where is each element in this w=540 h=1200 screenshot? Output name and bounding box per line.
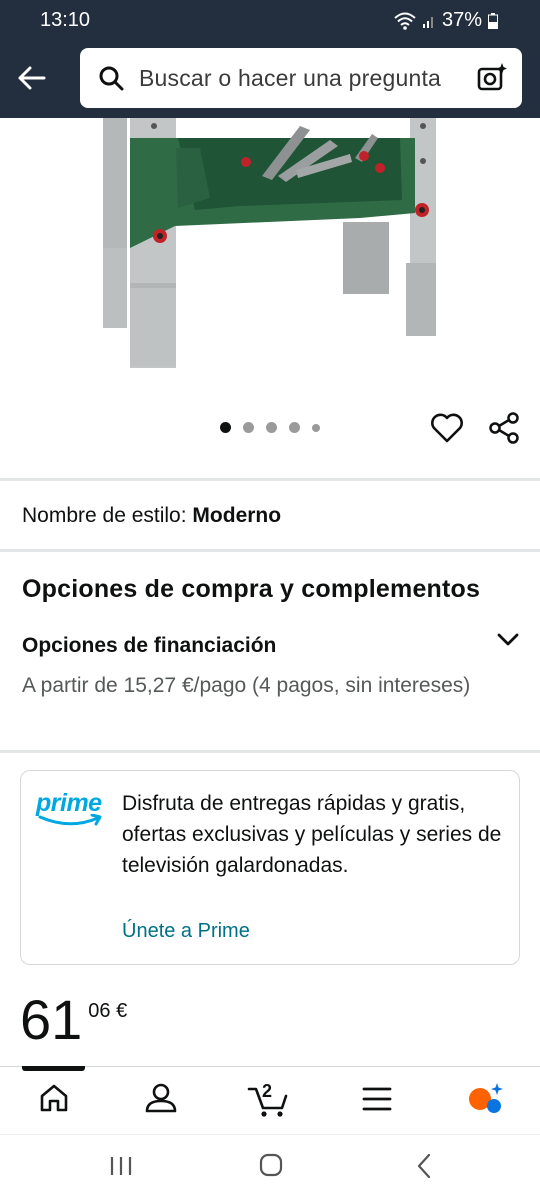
home-button-icon[interactable] [259, 1153, 283, 1177]
search-bar[interactable]: Buscar o hacer una pregunta [80, 48, 522, 108]
carousel-dot-1[interactable] [220, 422, 231, 433]
financing-title[interactable]: Opciones de financiación [22, 634, 276, 658]
wifi-icon [394, 12, 416, 30]
cart-count: 2 [262, 1081, 273, 1101]
search-icon [99, 66, 124, 91]
status-bar: 13:10 37% [0, 0, 540, 40]
active-tab-indicator [22, 1066, 85, 1071]
battery-icon [488, 12, 498, 29]
price: 61 06 € [20, 992, 127, 1048]
prime-card: prime Disfruta de entregas rápidas y gra… [20, 770, 520, 965]
price-fraction: 06 € [88, 1000, 128, 1022]
style-label: Nombre de estilo: [22, 504, 187, 527]
account-icon[interactable] [144, 1082, 178, 1114]
financing-text: A partir de 15,27 €/pago (4 pagos, sin i… [22, 674, 471, 697]
prime-description: Disfruta de entregas rápidas y gratis, o… [122, 792, 502, 877]
signal-icon [422, 16, 433, 28]
status-icons: 37% [394, 9, 498, 32]
back-arrow-icon[interactable] [14, 60, 50, 96]
carousel-dot-5[interactable] [312, 423, 320, 432]
battery-percent: 37% [441, 9, 482, 31]
prime-wordmark: prime [36, 789, 102, 817]
divider [0, 478, 540, 481]
alexa-assistant-icon[interactable] [466, 1082, 506, 1116]
price-whole: 61 [20, 988, 83, 1051]
prime-logo: prime [36, 789, 106, 828]
chevron-down-icon[interactable] [496, 630, 520, 650]
join-prime-link[interactable]: Únete a Prime [122, 920, 250, 943]
workbench-image [103, 118, 436, 368]
carousel-dot-4[interactable] [289, 422, 300, 433]
style-name-row: Nombre de estilo: Moderno [22, 504, 281, 528]
menu-icon[interactable] [362, 1086, 392, 1112]
carousel-dot-2[interactable] [243, 422, 254, 433]
search-input[interactable]: Buscar o hacer una pregunta [139, 65, 441, 92]
home-icon[interactable] [38, 1082, 70, 1114]
camera-search-icon[interactable] [476, 62, 508, 94]
image-carousel-dots[interactable] [220, 422, 320, 433]
status-time: 13:10 [40, 9, 91, 31]
purchase-options-title: Opciones de compra y complementos [22, 575, 481, 603]
system-navigation-bar [0, 1134, 540, 1200]
recent-apps-icon[interactable] [108, 1155, 134, 1177]
style-value: Moderno [192, 504, 282, 527]
divider [0, 750, 540, 753]
carousel-dot-3[interactable] [266, 422, 277, 433]
heart-icon[interactable] [430, 412, 464, 444]
divider [0, 549, 540, 552]
header: Buscar o hacer una pregunta [0, 40, 540, 118]
share-icon[interactable] [487, 411, 521, 445]
system-back-icon[interactable] [414, 1153, 434, 1179]
